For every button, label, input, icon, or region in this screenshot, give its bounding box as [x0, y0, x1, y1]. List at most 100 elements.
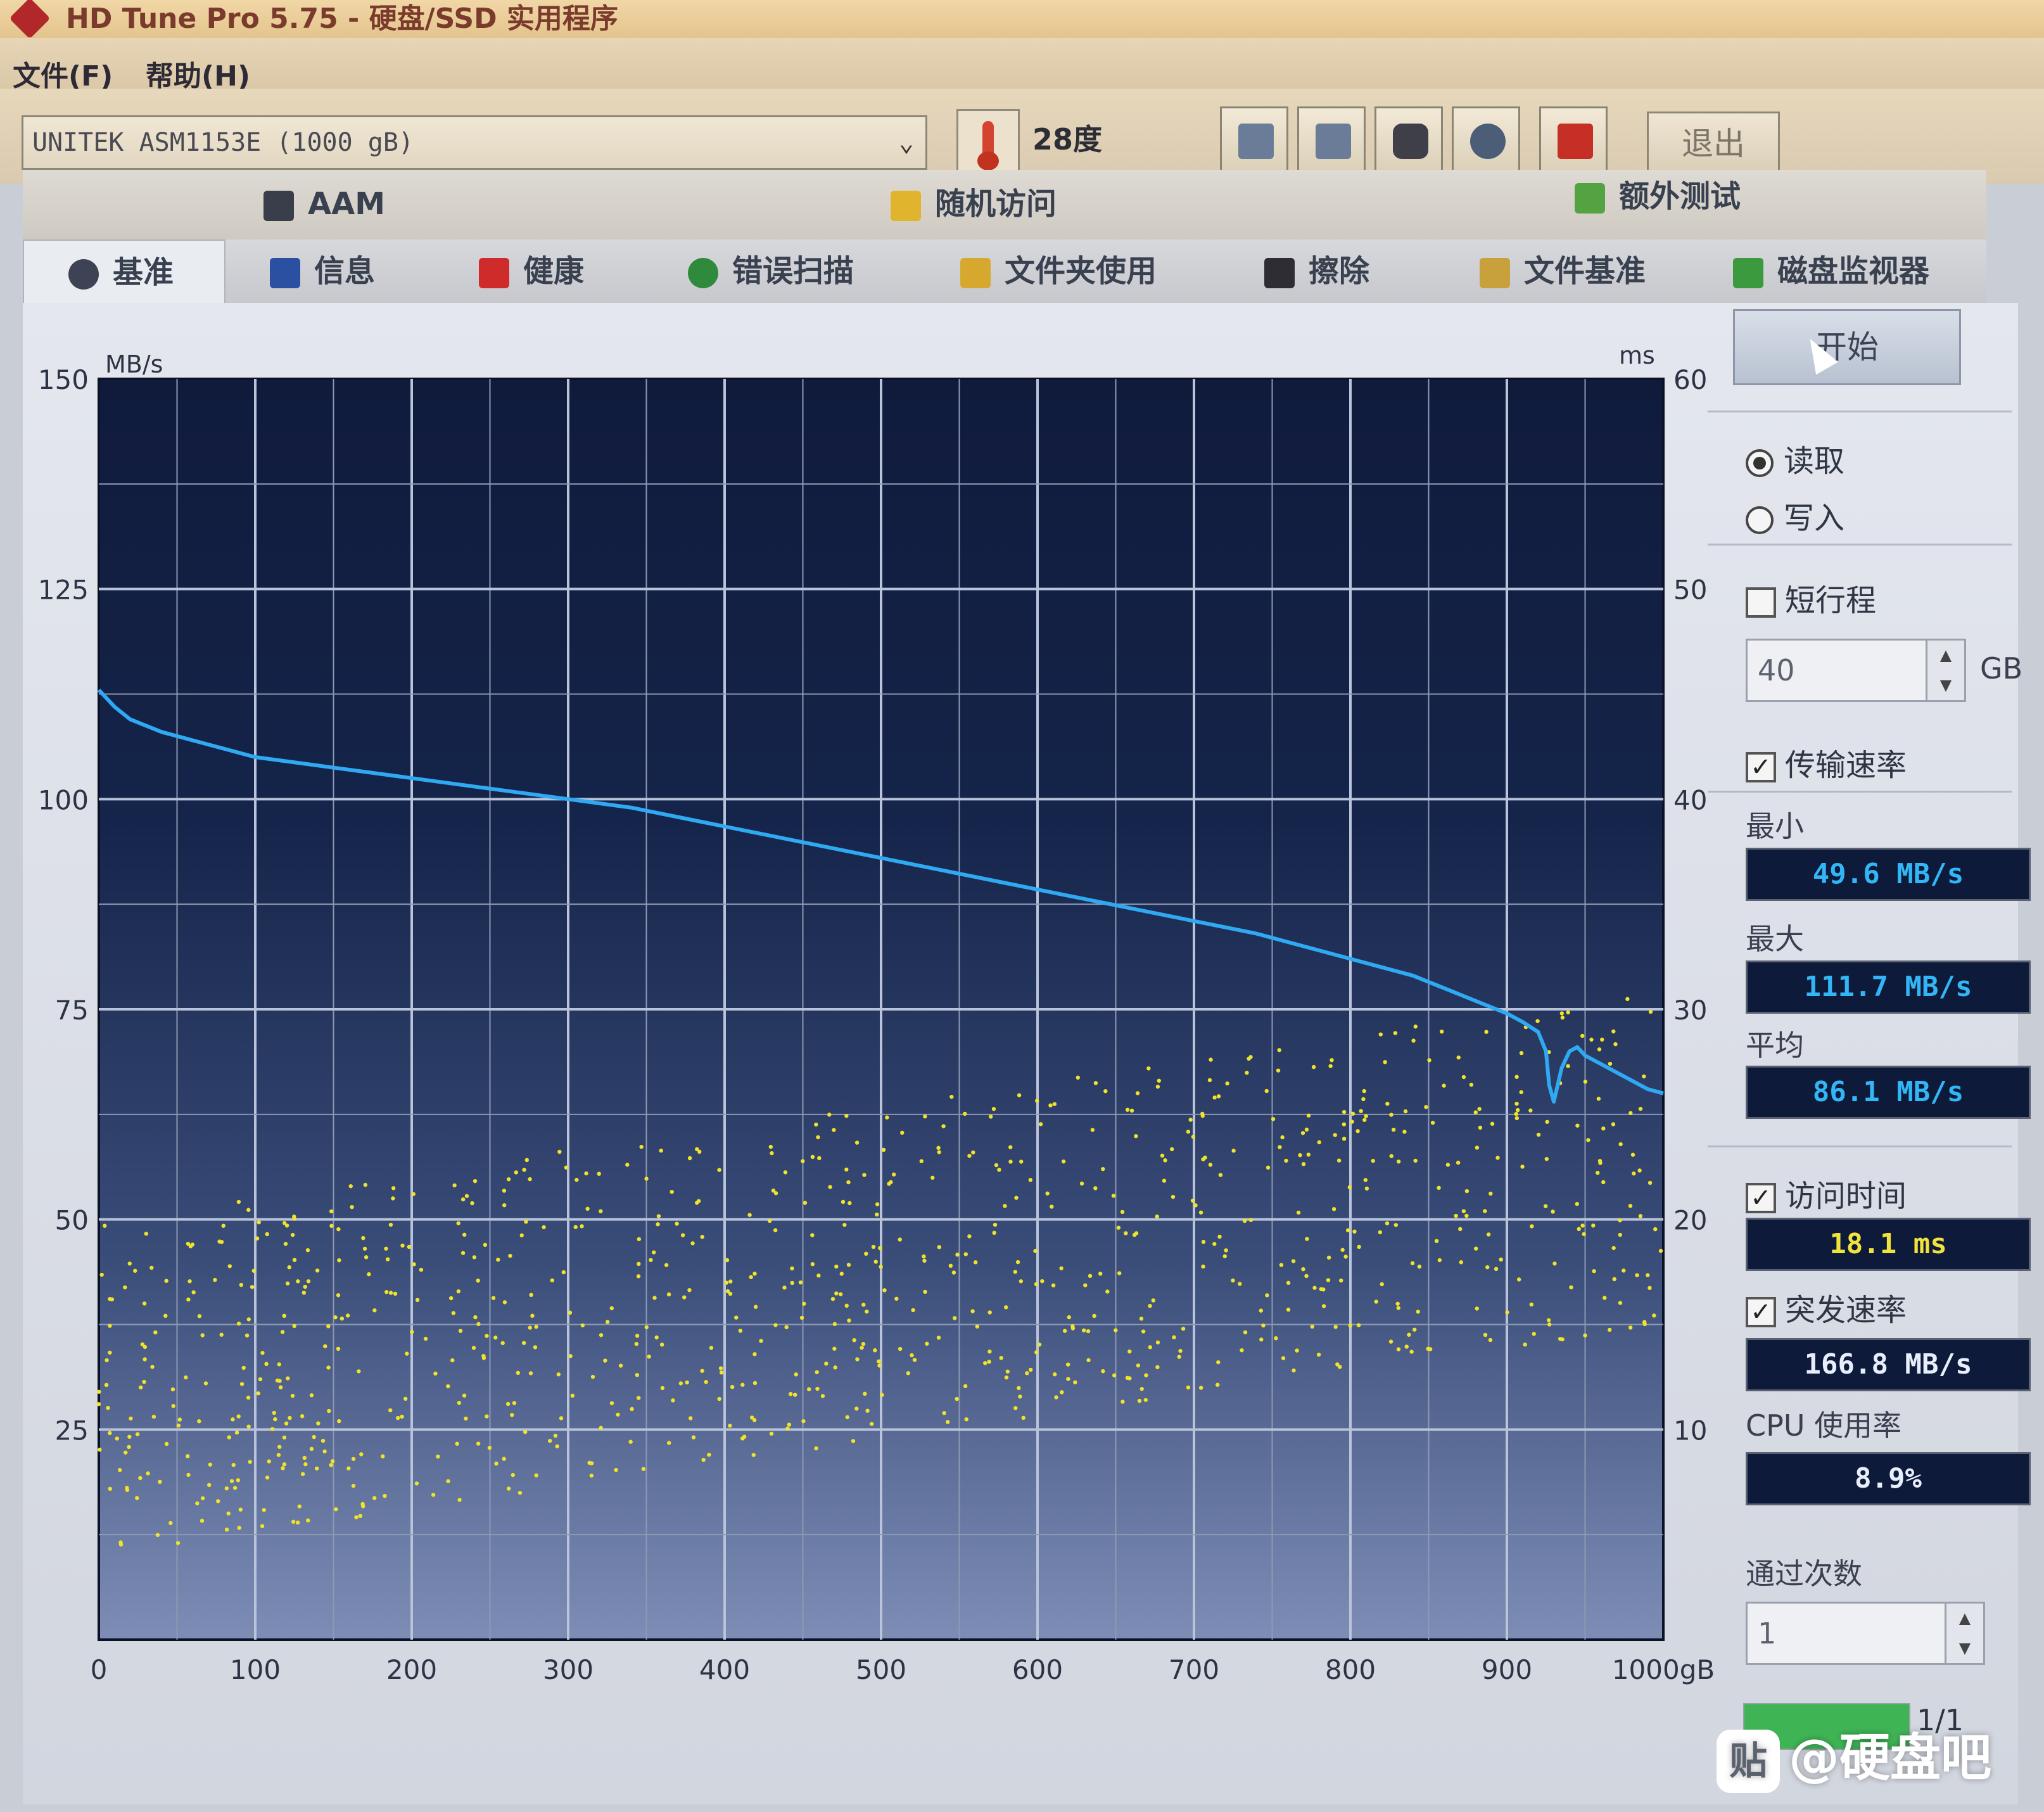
tab-info[interactable]: 信息 — [270, 239, 375, 303]
access-time-point — [487, 1446, 492, 1450]
access-time-point — [1361, 1097, 1366, 1102]
access-time-point — [670, 1189, 674, 1194]
access-time-point — [496, 1258, 500, 1262]
access-time-point — [922, 1258, 927, 1263]
access-time-point — [1266, 1165, 1271, 1170]
access-time-point — [1618, 1301, 1623, 1305]
access-time-point — [749, 1275, 753, 1279]
access-time-point — [395, 1415, 400, 1420]
access-time-point — [898, 1237, 902, 1242]
short-stroke-checkbox[interactable]: 短行程 — [1746, 575, 1876, 620]
access-time-point — [1326, 1278, 1331, 1282]
access-time-point — [411, 1192, 416, 1196]
spin-up-icon[interactable]: ▲ — [1927, 641, 1964, 670]
access-time-point — [652, 1250, 656, 1254]
access-time-point — [815, 1370, 819, 1375]
access-time-point — [302, 1291, 307, 1295]
tab-health[interactable]: 健康 — [479, 239, 584, 303]
access-time-point — [875, 1202, 880, 1207]
access-time-point — [1231, 1278, 1235, 1283]
access-time-point — [967, 1234, 972, 1239]
access-time-point — [1311, 1064, 1316, 1069]
access-time-point — [423, 1336, 428, 1341]
spin-down-icon[interactable]: ▼ — [1927, 670, 1964, 700]
access-time-point — [1321, 1287, 1326, 1292]
short-stroke-spinner[interactable]: ▲ ▼ — [1926, 639, 1966, 702]
access-time-point — [942, 1411, 946, 1415]
access-time-point — [1198, 1210, 1203, 1215]
access-time-point — [381, 1454, 385, 1458]
access-time-point — [485, 1414, 489, 1419]
access-time-point — [295, 1520, 300, 1525]
access-time-point — [820, 1394, 825, 1398]
access-time-point — [810, 1233, 815, 1237]
access-time-point — [1523, 1343, 1527, 1347]
access-time-point — [1116, 1225, 1121, 1230]
tab-random-access[interactable]: 随机访问 — [891, 172, 1057, 236]
access-time-point — [967, 1154, 972, 1158]
write-radio[interactable]: 写入 — [1746, 493, 1844, 537]
access-time-point — [186, 1297, 191, 1302]
tab-file-benchmark[interactable]: 文件基准 — [1480, 239, 1646, 303]
short-stroke-size-input[interactable]: 40 — [1746, 639, 1936, 702]
passes-spinner[interactable]: ▲ ▼ — [1945, 1602, 1985, 1665]
passes-input[interactable]: 1 — [1746, 1602, 1955, 1665]
access-time-point — [759, 1339, 763, 1343]
burst-rate-checkbox[interactable]: ✓ 突发速率 — [1746, 1285, 1907, 1329]
access-time-point — [634, 1341, 638, 1346]
access-time-point — [200, 1496, 205, 1500]
tab-erase-label: 擦除 — [1309, 253, 1370, 289]
start-button[interactable]: 开始 — [1733, 309, 1961, 385]
read-radio[interactable]: 读取 — [1746, 436, 1844, 480]
menu-help[interactable]: 帮助(H) — [146, 53, 250, 94]
access-time-point — [1052, 1102, 1057, 1106]
transfer-rate-checkbox[interactable]: ✓ 传输速率 — [1746, 740, 1907, 784]
copy-info-button[interactable] — [1220, 106, 1288, 175]
tab-error-scan[interactable]: 错误扫描 — [688, 239, 854, 303]
access-time-checkbox[interactable]: ✓ 访问时间 — [1746, 1171, 1907, 1215]
access-time-point — [861, 1342, 866, 1346]
access-time-point — [280, 1330, 285, 1334]
access-time-point — [1018, 1394, 1022, 1399]
access-time-point — [476, 1441, 481, 1446]
spin-up-icon[interactable]: ▲ — [1946, 1604, 1983, 1633]
copy-text-button[interactable] — [1297, 106, 1366, 175]
tab-extra-tests[interactable]: 额外测试 — [1575, 165, 1741, 228]
tab-folder-usage[interactable]: 文件夹使用 — [960, 239, 1157, 303]
access-time-point — [911, 1308, 915, 1313]
access-time-point — [678, 1381, 683, 1386]
screenshot-button[interactable] — [1374, 106, 1443, 175]
access-time-point — [1396, 1306, 1400, 1310]
access-time-point — [127, 1261, 132, 1266]
access-time-point — [1371, 1159, 1375, 1163]
spin-down-icon[interactable]: ▼ — [1946, 1633, 1983, 1663]
access-time-point — [1488, 1337, 1493, 1343]
tab-disk-monitor[interactable]: 磁盘监视器 — [1733, 239, 1929, 303]
access-time-point — [255, 1236, 260, 1241]
short-stroke-label: 短行程 — [1785, 583, 1877, 618]
access-time-point — [1608, 1327, 1612, 1332]
tab-aam[interactable]: AAM — [263, 172, 385, 236]
access-time-point — [1286, 1280, 1291, 1286]
access-time-point — [451, 1311, 456, 1315]
menu-file[interactable]: 文件(F) — [13, 53, 113, 94]
tab-benchmark[interactable]: 基准 — [23, 239, 225, 303]
access-time-point — [1217, 1234, 1222, 1239]
access-time-point — [273, 1417, 277, 1422]
access-time-point — [372, 1496, 377, 1500]
tab-erase[interactable]: 擦除 — [1264, 239, 1369, 303]
access-time-point — [1612, 1277, 1616, 1282]
options-button[interactable] — [1452, 106, 1520, 175]
access-time-point — [1295, 1348, 1299, 1353]
access-time-point — [1333, 1325, 1338, 1329]
access-time-point — [1589, 1037, 1594, 1042]
copy-info-icon — [1238, 124, 1274, 159]
access-time-point — [237, 1526, 241, 1530]
access-time-point — [605, 1320, 610, 1324]
access-time-point — [1566, 1064, 1570, 1068]
access-time-point — [1238, 1282, 1242, 1286]
access-time-point — [414, 1481, 419, 1486]
drive-select[interactable]: UNITEK ASM1153E (1000 gB) ⌄ — [22, 115, 927, 170]
access-time-point — [153, 1330, 158, 1335]
access-time-point — [464, 1416, 468, 1421]
